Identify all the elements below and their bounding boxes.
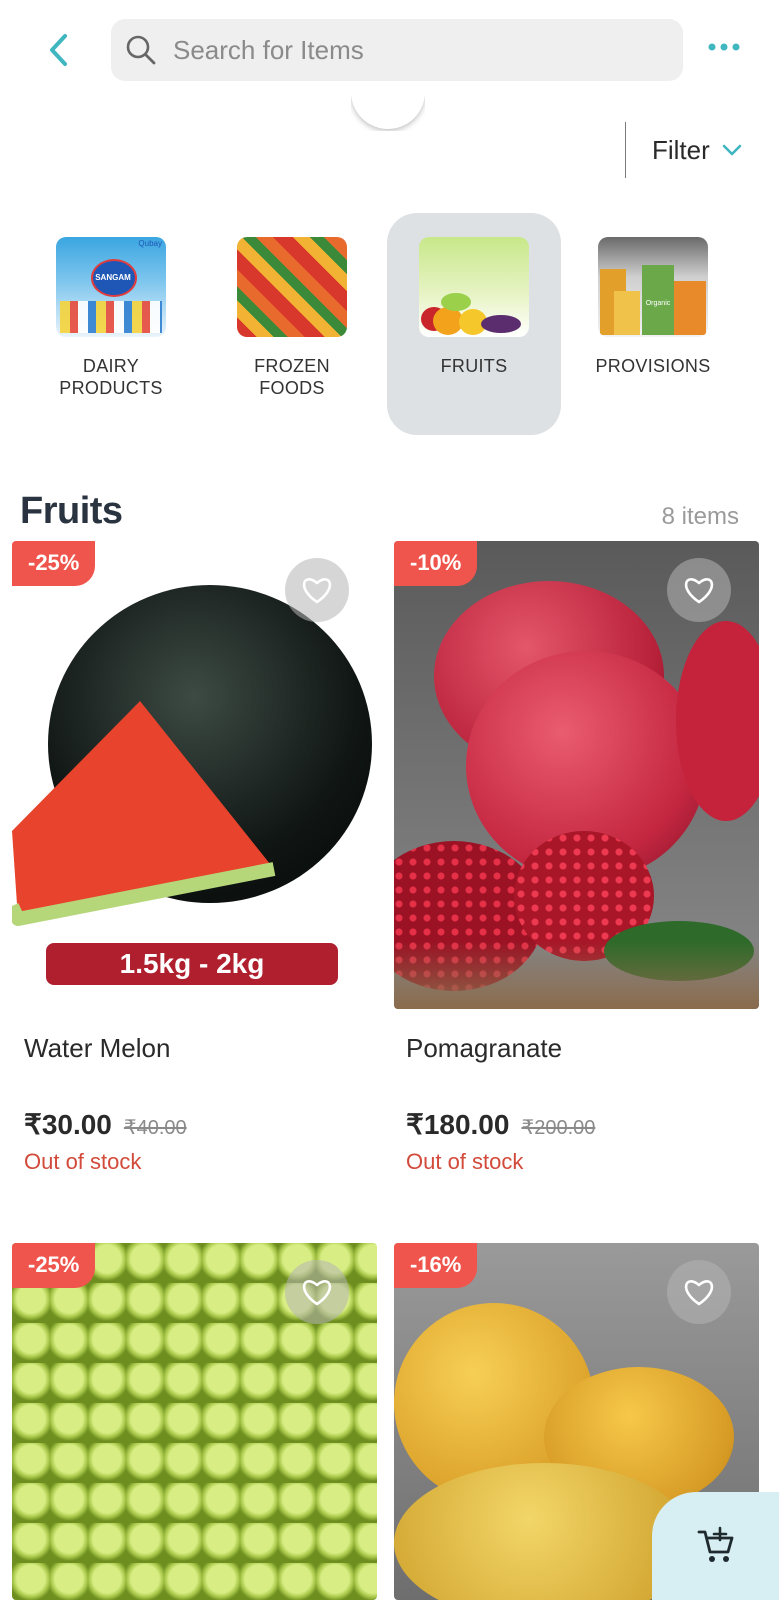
back-arrow-icon xyxy=(50,34,67,66)
heart-icon xyxy=(302,1280,332,1306)
category-label: FRUITS xyxy=(440,356,508,376)
stock-status: Out of stock xyxy=(406,1149,524,1174)
search-bar[interactable] xyxy=(111,19,683,81)
product-mrp: ₹40.00 xyxy=(123,1117,187,1139)
product-image[interactable]: -25% xyxy=(12,1243,377,1600)
product-price: ₹180.00 xyxy=(406,1109,510,1140)
wishlist-button[interactable] xyxy=(285,558,349,622)
heart-icon xyxy=(684,578,714,604)
wishlist-button[interactable] xyxy=(667,558,731,622)
product-image[interactable]: 1.5kg - 2kg -25% xyxy=(12,541,377,1009)
filter-label: Filter xyxy=(652,134,710,165)
provisions-thumbnail: Organic xyxy=(598,237,708,337)
section-title: Fruits xyxy=(20,490,123,532)
search-icon xyxy=(126,35,156,65)
discount-badge: -10% xyxy=(394,541,478,586)
discount-badge: -16% xyxy=(394,1243,478,1288)
category-label: FROZEN FOODS xyxy=(254,356,330,398)
dairy-products-thumbnail: SANGAM Qubay xyxy=(56,237,166,337)
product-name: Water Melon xyxy=(24,1033,171,1063)
fruits-thumbnail xyxy=(419,237,529,337)
product-card-water-melon[interactable]: 1.5kg - 2kg -25% Water Melon ₹30.00 ₹40.… xyxy=(12,541,377,1175)
category-label: DAIRY PRODUCTS xyxy=(59,356,163,398)
more-options-button[interactable] xyxy=(702,34,746,60)
heart-icon xyxy=(302,578,332,604)
add-to-cart-icon xyxy=(697,1526,733,1562)
discount-badge: -25% xyxy=(12,541,96,586)
category-fruits[interactable]: FRUITS xyxy=(387,213,561,435)
category-provisions[interactable]: Organic PROVISIONS xyxy=(566,213,740,435)
frozen-foods-thumbnail xyxy=(237,237,347,337)
product-image[interactable]: -10% xyxy=(394,541,759,1009)
wishlist-button[interactable] xyxy=(667,1260,731,1324)
more-dots-icon xyxy=(708,43,740,51)
search-input[interactable] xyxy=(171,33,683,67)
item-count: 8 items xyxy=(661,503,739,530)
product-card-grapes[interactable]: -25% xyxy=(12,1243,377,1600)
heart-icon xyxy=(684,1280,714,1306)
category-frozen-foods[interactable]: FROZEN FOODS xyxy=(205,213,379,435)
category-dairy-products[interactable]: SANGAM Qubay DAIRY PRODUCTS xyxy=(24,213,198,435)
product-card-pomagranate[interactable]: -10% Pomagranate ₹180.00 ₹200.00 Out of … xyxy=(394,541,759,1175)
filter-button[interactable]: Filter xyxy=(652,128,742,172)
product-name: Pomagranate xyxy=(406,1033,563,1063)
product-price: ₹30.00 xyxy=(24,1109,112,1140)
weight-label: 1.5kg - 2kg xyxy=(119,948,265,979)
wishlist-button[interactable] xyxy=(285,1260,349,1324)
discount-badge: -25% xyxy=(12,1243,96,1288)
stock-status: Out of stock xyxy=(24,1149,142,1174)
cart-button[interactable] xyxy=(652,1492,779,1600)
back-button[interactable] xyxy=(38,28,78,72)
product-mrp: ₹200.00 xyxy=(521,1117,596,1139)
pull-to-refresh-indicator xyxy=(351,95,425,131)
filter-divider xyxy=(625,122,626,178)
chevron-down-icon xyxy=(722,144,742,156)
category-label: PROVISIONS xyxy=(595,356,711,376)
